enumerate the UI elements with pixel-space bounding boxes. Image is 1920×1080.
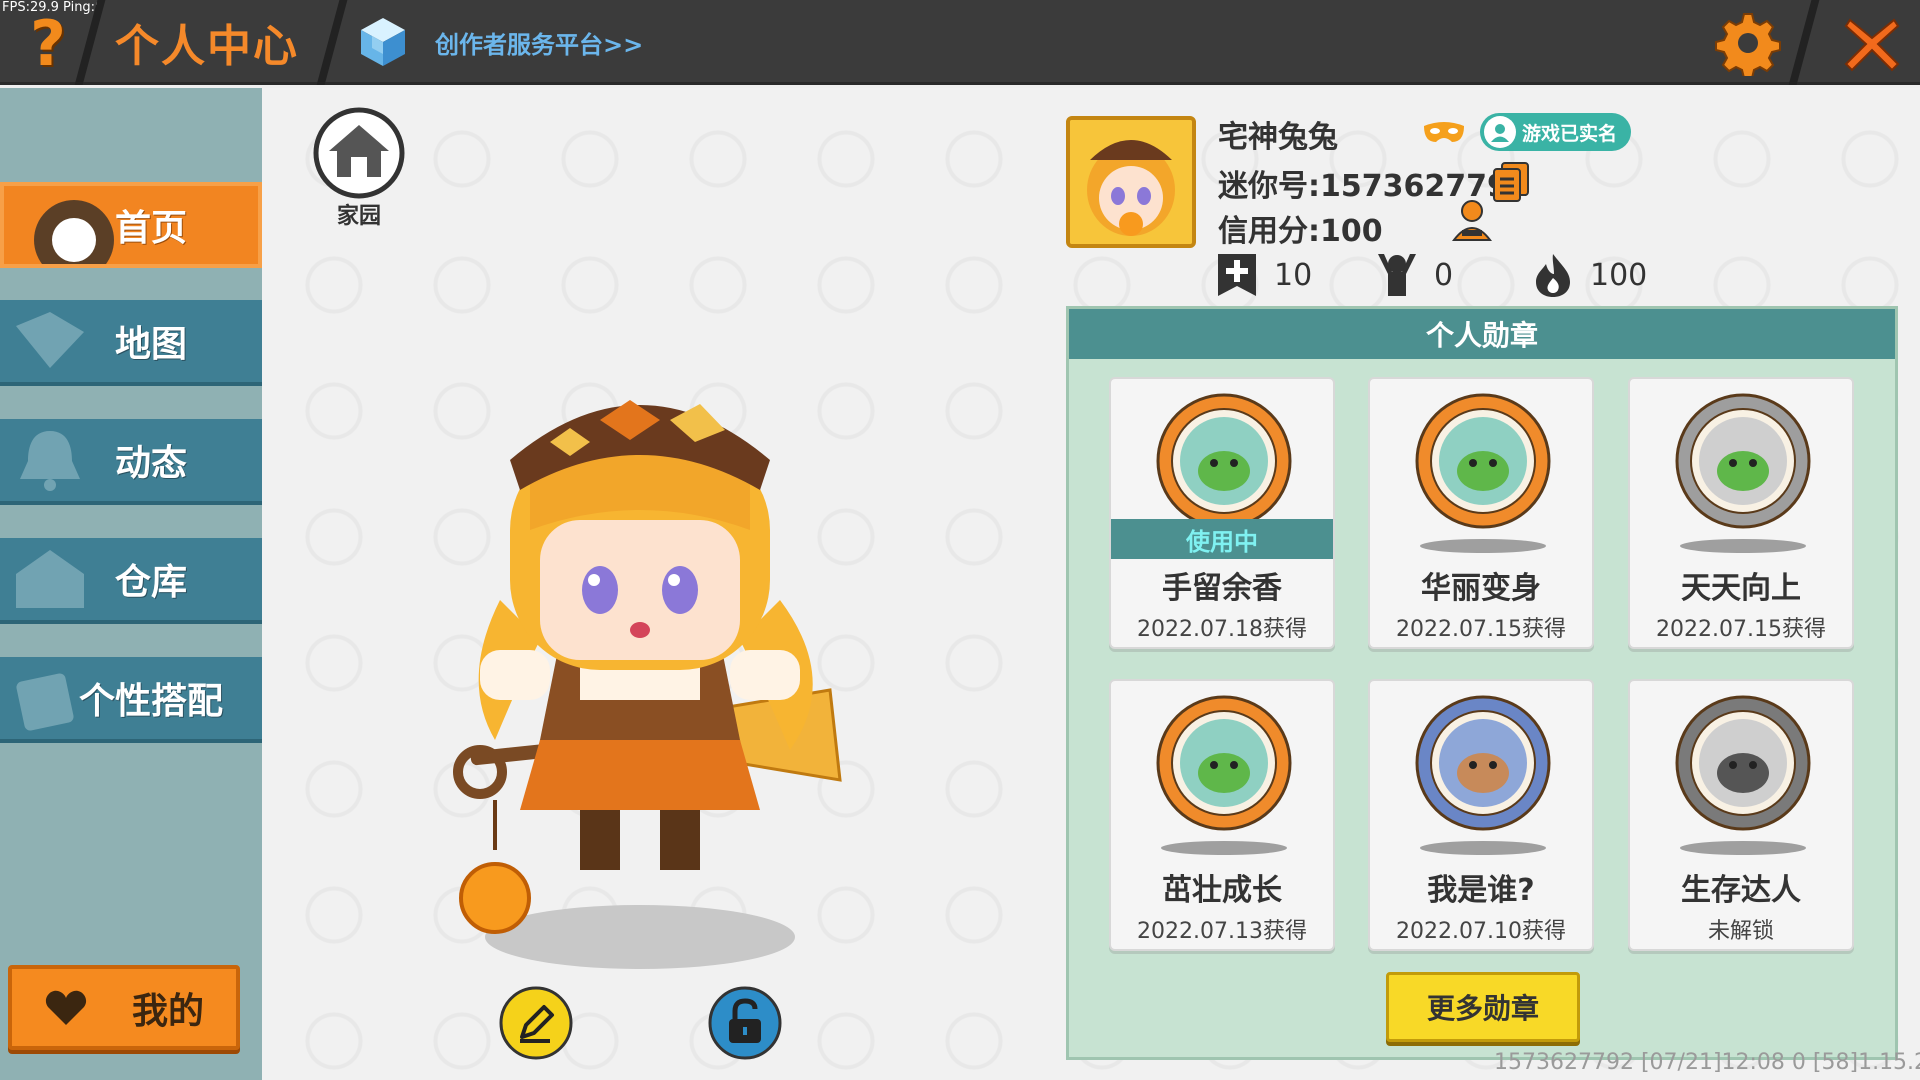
popularity-stat[interactable]: 100 bbox=[1532, 252, 1647, 298]
mine-label: 我的 bbox=[131, 990, 204, 1032]
sidebar-item-label: 首页 bbox=[114, 208, 187, 249]
verified-label: 游戏已实名 bbox=[1522, 122, 1618, 145]
in-use-label: 使用中 bbox=[1111, 519, 1333, 559]
nickname: 宅神兔兔 bbox=[1218, 120, 1338, 155]
floating-toggle[interactable] bbox=[34, 200, 114, 264]
help-button[interactable]: ? bbox=[18, 7, 78, 80]
sidebar-item-label: 动态 bbox=[114, 443, 187, 484]
mask-icon[interactable] bbox=[1422, 120, 1466, 146]
warehouse-icon bbox=[16, 550, 84, 608]
medal-shadow bbox=[1680, 539, 1806, 553]
badge-date: 2022.07.10获得 bbox=[1396, 919, 1566, 944]
homeland-house-icon[interactable] bbox=[313, 107, 405, 199]
sidebar-item-warehouse[interactable]: 仓库 bbox=[0, 538, 262, 624]
badge-card[interactable]: 天天向上 2022.07.15获得 bbox=[1628, 377, 1854, 649]
frog-rain-medal-icon bbox=[1156, 393, 1292, 529]
edit-pencil-icon[interactable] bbox=[498, 985, 574, 1061]
fire-medal-icon bbox=[1675, 695, 1811, 831]
copy-icon[interactable] bbox=[1492, 161, 1530, 203]
lock-icon[interactable] bbox=[707, 985, 783, 1061]
badge-date: 2022.07.13获得 bbox=[1137, 919, 1307, 944]
badge-name: 手留余香 bbox=[1162, 571, 1282, 606]
footer-info: 1573627792 [07/21]12:08 0 [58]1.15.2 bbox=[1494, 1050, 1920, 1075]
badge-card[interactable]: 华丽变身 2022.07.15获得 bbox=[1368, 377, 1594, 649]
popularity-count: 100 bbox=[1590, 257, 1648, 293]
sidebar-item-feed[interactable]: 动态 bbox=[0, 419, 262, 505]
id-card-medal-icon bbox=[1415, 695, 1551, 831]
king-frog-medal-icon bbox=[1156, 695, 1292, 831]
settings-gear-icon[interactable] bbox=[1715, 10, 1781, 76]
badge-panel-title: 个人勋章 bbox=[1069, 309, 1895, 359]
sidebar-item-label: 个性搭配 bbox=[78, 681, 223, 722]
friends-count: 10 bbox=[1274, 257, 1313, 293]
flame-icon bbox=[1536, 254, 1570, 297]
credit-score: 信用分:100 bbox=[1218, 214, 1383, 249]
more-badges-button[interactable]: 更多勋章 bbox=[1386, 972, 1580, 1042]
real-name-verified-badge: 游戏已实名 bbox=[1480, 113, 1632, 151]
avatar-portrait-icon bbox=[1070, 120, 1192, 244]
medal-shadow bbox=[1680, 841, 1806, 855]
close-icon[interactable] bbox=[1840, 12, 1904, 76]
medal-shadow bbox=[1161, 841, 1287, 855]
heart-icon bbox=[45, 990, 87, 1025]
medal-shadow bbox=[1420, 539, 1546, 553]
sidebar-item-home[interactable]: 首页 bbox=[0, 182, 262, 268]
badge-date: 2022.07.15获得 bbox=[1656, 617, 1826, 642]
verified-user-icon bbox=[1484, 116, 1516, 148]
dino-mirror-medal-icon bbox=[1415, 393, 1551, 529]
map-icon bbox=[16, 312, 84, 368]
sidebar-item-map[interactable]: 地图 bbox=[0, 300, 262, 386]
badge-card[interactable]: 茁壮成长 2022.07.13获得 bbox=[1109, 679, 1335, 951]
badge-name: 生存达人 bbox=[1681, 873, 1801, 908]
badge-date: 未解锁 bbox=[1707, 919, 1774, 944]
badge-card[interactable]: 使用中手留余香 2022.07.18获得 bbox=[1109, 377, 1335, 649]
credit-user-icon[interactable] bbox=[1450, 198, 1494, 242]
badge-card[interactable]: 我是谁? 2022.07.10获得 bbox=[1368, 679, 1594, 951]
badge-date: 2022.07.18获得 bbox=[1137, 617, 1307, 642]
creator-link-text: 创作者服务平台>> bbox=[435, 30, 644, 59]
badge-name: 茁壮成长 bbox=[1162, 873, 1282, 908]
friends-stat[interactable]: 10 bbox=[1216, 252, 1312, 298]
sidebar-item-label: 地图 bbox=[114, 324, 187, 365]
divider bbox=[1788, 0, 1820, 85]
badge-card[interactable]: 生存达人 未解锁 bbox=[1628, 679, 1854, 951]
profile-avatar[interactable] bbox=[1066, 116, 1196, 248]
sidebar-item-outfit[interactable]: 个性搭配 bbox=[0, 657, 262, 743]
top-bar: FPS:29.9 Ping:0 ? 个人中心 创作者服务平台>> bbox=[0, 0, 1920, 85]
homeland-label: 家园 bbox=[336, 204, 381, 229]
badge-name: 天天向上 bbox=[1681, 571, 1801, 606]
badge-date: 2022.07.15获得 bbox=[1396, 617, 1566, 642]
divider bbox=[316, 0, 348, 85]
creator-platform-link[interactable]: 创作者服务平台>> bbox=[355, 14, 643, 70]
character-avatar[interactable] bbox=[440, 380, 870, 980]
badge-name: 华丽变身 bbox=[1421, 571, 1541, 606]
sidebar-item-label: 仓库 bbox=[114, 562, 187, 603]
fans-count: 0 bbox=[1434, 257, 1454, 293]
add-friend-icon bbox=[1218, 254, 1256, 296]
calendar-medal-icon bbox=[1675, 393, 1811, 529]
page-title: 个人中心 bbox=[115, 21, 299, 72]
badge-name: 我是谁? bbox=[1427, 873, 1535, 908]
fans-stat[interactable]: 0 bbox=[1376, 252, 1453, 298]
cube-icon bbox=[361, 18, 405, 66]
medal-shadow bbox=[1420, 841, 1546, 855]
fan-icon bbox=[1378, 254, 1416, 296]
bell-icon bbox=[20, 431, 80, 491]
mine-button[interactable]: 我的 bbox=[8, 965, 240, 1050]
